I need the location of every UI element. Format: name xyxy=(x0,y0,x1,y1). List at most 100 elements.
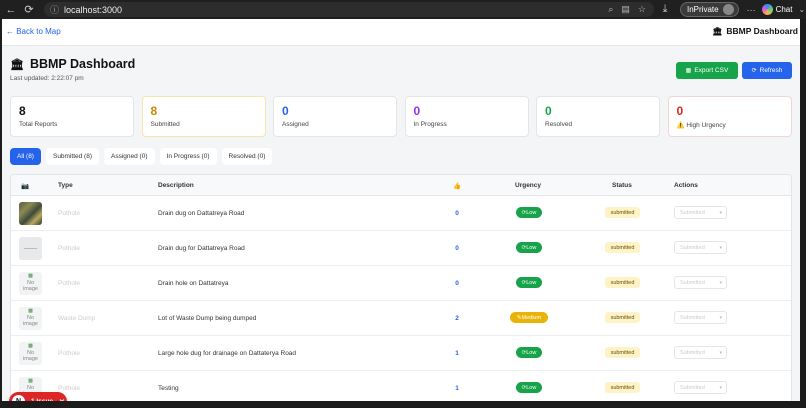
status-select[interactable]: Submitted ▾ xyxy=(674,276,727,289)
stat-label: Resolved xyxy=(545,121,573,128)
more-menu-icon[interactable]: ··· xyxy=(747,5,756,15)
column-header-description: Description xyxy=(158,182,194,189)
table-header: 📷 Type Description 👍 Urgency Status Acti… xyxy=(11,175,791,196)
favorite-star-icon[interactable]: ☆ xyxy=(638,4,646,15)
chevron-down-icon: ▾ xyxy=(719,279,722,286)
back-to-map-link[interactable]: ← Back to Map xyxy=(6,27,61,36)
stat-value: 0 xyxy=(545,104,552,118)
chat-label: Chat xyxy=(775,5,793,14)
column-header-urgency: Urgency xyxy=(515,182,542,189)
table-row: ▩ No image Pothole Drain hole on Dattatreya… xyxy=(11,266,791,301)
stat-value: 0 xyxy=(413,104,421,118)
status-select-value: Submitted xyxy=(680,384,705,391)
last-updated: Last updated: 2:22:07 pm xyxy=(10,75,84,82)
report-type: Pothole xyxy=(58,385,81,392)
chevron-down-icon: ▾ xyxy=(719,244,722,251)
brand-label: BBMP Dashboard xyxy=(726,26,798,36)
reader-icon[interactable]: ▤ xyxy=(621,4,630,15)
browser-toolbar: ← ⟳ ⓘ localhost:3000 ⌕ ▤ ☆ ⤓ InPrivate ·… xyxy=(0,0,806,19)
stat-value: 8 xyxy=(19,104,26,118)
site-info-icon[interactable]: ⓘ xyxy=(50,3,59,16)
horizontal-scrollbar[interactable] xyxy=(0,401,806,408)
tab-resolved[interactable]: Resolved (0) xyxy=(221,148,273,165)
building-icon: 🏛 xyxy=(10,58,24,71)
reload-icon[interactable]: ⟳ xyxy=(22,3,36,16)
stat-card-high-urgency: 0 ⚠️ High Urgency xyxy=(667,96,792,137)
report-photo-placeholder[interactable] xyxy=(19,237,42,260)
stat-label: Assigned xyxy=(282,121,309,128)
urgency-badge: ⟳ Low xyxy=(516,207,542,218)
status-badge: submitted xyxy=(605,207,640,218)
address-bar[interactable]: ⓘ localhost:3000 ⌕ ▤ ☆ xyxy=(44,2,654,17)
column-header-type: Type xyxy=(58,182,73,189)
report-votes: 1 xyxy=(455,350,459,357)
status-select[interactable]: Submitted ▾ xyxy=(674,381,727,394)
warning-icon: ⚠️ xyxy=(676,122,687,129)
urgency-label: Low xyxy=(526,384,537,391)
urgency-label: Medium xyxy=(521,314,542,321)
table-row: ▩ No image Pothole Large hole dug for drain… xyxy=(11,336,791,371)
dashboard-page: ← Back to Map 🏛 BBMP Dashboard 🏛 BBMP Dash… xyxy=(0,19,806,408)
report-description: Lot of Waste Dump being dumped xyxy=(158,315,257,322)
no-image-label: No image xyxy=(23,279,38,293)
export-csv-label: Export CSV xyxy=(694,67,729,74)
top-navigation: ← Back to Map 🏛 BBMP Dashboard xyxy=(2,19,800,46)
chevron-down-icon: ▾ xyxy=(719,384,722,391)
building-icon: 🏛 xyxy=(712,27,723,36)
report-type: Pothole xyxy=(58,280,81,287)
tab-assigned[interactable]: Assigned (0) xyxy=(104,148,155,165)
status-select-value: Submitted xyxy=(680,279,705,286)
report-votes: 0 xyxy=(455,210,459,217)
report-votes: 0 xyxy=(455,245,459,252)
urgency-badge: ⟳ Low xyxy=(516,382,542,393)
stat-card-resolved: 0 Resolved xyxy=(536,96,660,137)
report-photo[interactable] xyxy=(19,202,42,225)
status-select[interactable]: Submitted ▾ xyxy=(674,346,727,359)
report-votes: 1 xyxy=(455,385,459,392)
profile-avatar-icon xyxy=(722,4,734,15)
table-row: Pothole Drain dug for Dattatreya Road 0 ⟳ L… xyxy=(11,231,791,266)
chevron-down-icon[interactable]: ⌄ xyxy=(798,5,805,14)
stat-card-assigned: 0 Assigned xyxy=(273,96,397,137)
stat-card-total: 8 Total Reports xyxy=(10,96,134,137)
column-header-status: Status xyxy=(612,182,632,189)
refresh-button[interactable]: ⟳ Refresh xyxy=(742,62,792,79)
table-row: ▩ No image Waste Dump Lot of Waste Dump bei… xyxy=(11,301,791,336)
table-row: Pothole Drain dug on Dattatreya Road 0 ⟳ Lo… xyxy=(11,196,791,231)
filter-tabs: All (8) Submitted (8) Assigned (0) In Pr… xyxy=(10,148,277,165)
reports-table: 📷 Type Description 👍 Urgency Status Acti… xyxy=(10,174,792,408)
inprivate-badge[interactable]: InPrivate xyxy=(680,2,739,17)
stat-card-in-progress: 0 In Progress xyxy=(404,96,529,137)
copilot-chat-button[interactable]: Chat ⌄ xyxy=(761,4,805,15)
stat-label: Total Reports xyxy=(19,121,58,128)
status-badge: submitted xyxy=(605,277,640,288)
address-url[interactable]: localhost:3000 xyxy=(64,5,122,15)
downloads-icon[interactable]: ⤓ xyxy=(658,3,672,16)
zoom-icon[interactable]: ⌕ xyxy=(608,4,613,15)
inprivate-label: InPrivate xyxy=(687,5,719,14)
status-select[interactable]: Submitted ▾ xyxy=(674,241,727,254)
no-image-label: No image xyxy=(23,349,38,363)
status-select-value: Submitted xyxy=(680,209,705,216)
report-type: Pothole xyxy=(58,210,81,217)
chevron-down-icon: ▾ xyxy=(719,314,722,321)
tab-submitted[interactable]: Submitted (8) xyxy=(45,148,100,165)
report-description: Drain hole on Dattatreya xyxy=(158,280,229,287)
stat-label-text: High Urgency xyxy=(686,122,726,129)
export-csv-button[interactable]: ▦ Export CSV xyxy=(676,62,738,79)
page-title-text: BBMP Dashboard xyxy=(29,57,136,71)
urgency-label: Low xyxy=(526,209,537,216)
back-arrow-icon[interactable]: ← xyxy=(4,4,18,16)
no-image-placeholder: ▩No image xyxy=(19,307,42,330)
refresh-icon: ⟳ xyxy=(751,68,757,74)
status-select[interactable]: Submitted ▾ xyxy=(674,311,727,324)
status-badge: submitted xyxy=(605,242,640,253)
stats-row: 8 Total Reports 8 Submitted 0 Assigned 0… xyxy=(10,96,799,137)
stat-label: ⚠️ High Urgency xyxy=(677,121,791,129)
report-votes: 2 xyxy=(455,315,459,322)
tab-all[interactable]: All (8) xyxy=(10,148,41,165)
status-select[interactable]: Submitted ▾ xyxy=(674,206,727,219)
stat-label: Submitted xyxy=(150,121,180,128)
refresh-label: Refresh xyxy=(759,67,783,74)
tab-in-progress[interactable]: In Progress (0) xyxy=(159,148,217,165)
